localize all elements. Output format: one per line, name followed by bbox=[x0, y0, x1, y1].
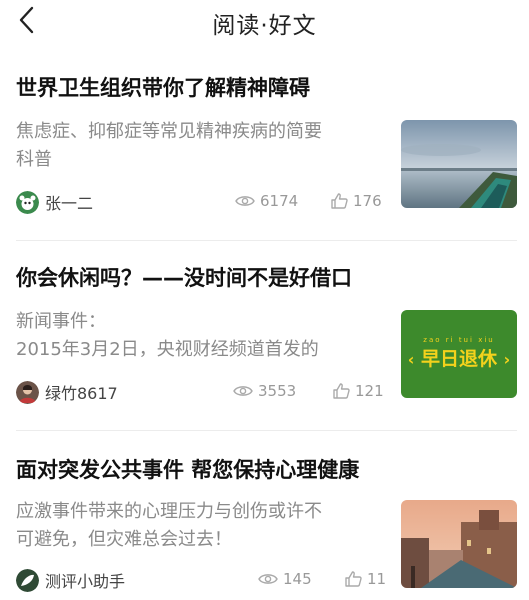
like-button[interactable]: 11 bbox=[345, 570, 386, 588]
view-count: 6174 bbox=[235, 192, 298, 210]
author-info[interactable]: 测评小助手 bbox=[16, 568, 125, 592]
article-summary: 应激事件带来的心理压力与创伤或许不 可避免，但灾难总会过去！ bbox=[16, 498, 372, 554]
view-count: 145 bbox=[258, 570, 312, 588]
summary-line: 科普 bbox=[16, 149, 52, 170]
like-count-value: 121 bbox=[355, 382, 384, 400]
eye-icon bbox=[258, 574, 278, 584]
article-card[interactable]: 你会休闲吗？——没时间不是好借口 新闻事件： 2015年3月2日，央视财经频道首… bbox=[0, 262, 529, 412]
like-button[interactable]: 176 bbox=[331, 192, 382, 210]
thumb-text: 早日退休 bbox=[420, 348, 497, 370]
article-title[interactable]: 你会休闲吗？——没时间不是好借口 bbox=[16, 262, 352, 292]
thumbs-up-icon bbox=[331, 193, 348, 209]
summary-line: 2015年3月2日，央视财经频道首发的 bbox=[16, 339, 319, 360]
view-count-value: 145 bbox=[283, 570, 312, 588]
author-name: 张一二 bbox=[45, 194, 94, 213]
summary-line: 焦虑症、抑郁症等常见精神疾病的简要 bbox=[16, 121, 322, 142]
summary-line: 应激事件带来的心理压力与创伤或许不 bbox=[16, 501, 322, 522]
author-name: 测评小助手 bbox=[45, 572, 126, 591]
page-title: 阅读·好文 bbox=[212, 13, 317, 39]
avatar bbox=[16, 568, 39, 592]
like-count-value: 176 bbox=[353, 192, 382, 210]
view-count: 3553 bbox=[233, 382, 296, 400]
like-count-value: 11 bbox=[367, 570, 387, 588]
author-info[interactable]: 绿竹8617 bbox=[16, 380, 118, 404]
article-summary: 焦虑症、抑郁症等常见精神疾病的简要 科普 bbox=[16, 118, 372, 174]
chevron-right-icon: › bbox=[503, 350, 511, 369]
article-card[interactable]: 面对突发公共事件 帮您保持心理健康 应激事件带来的心理压力与创伤或许不 可避免，… bbox=[0, 454, 529, 600]
eye-icon bbox=[233, 386, 253, 396]
eye-icon bbox=[235, 196, 255, 206]
divider bbox=[16, 240, 517, 241]
author-info[interactable]: 张一二 bbox=[16, 190, 93, 214]
like-button[interactable]: 121 bbox=[333, 382, 384, 400]
article-card[interactable]: 世界卫生组织带你了解精神障碍 焦虑症、抑郁症等常见精神疾病的简要 科普 张一二 … bbox=[0, 72, 529, 222]
thumb-caption: ‹ 早日退休 › bbox=[401, 344, 517, 371]
divider bbox=[16, 430, 517, 431]
avatar bbox=[16, 190, 39, 214]
thumb-pinyin: zao ri tui xiu bbox=[423, 336, 495, 344]
top-bar: 阅读·好文 bbox=[0, 0, 529, 46]
article-title[interactable]: 面对突发公共事件 帮您保持心理健康 bbox=[16, 454, 359, 484]
article-thumbnail[interactable] bbox=[401, 120, 517, 208]
summary-line: 新闻事件： bbox=[16, 311, 106, 332]
thumbs-up-icon bbox=[345, 571, 362, 587]
avatar bbox=[16, 380, 39, 404]
view-count-value: 6174 bbox=[260, 192, 299, 210]
thumbs-up-icon bbox=[333, 383, 350, 399]
chevron-left-icon: ‹ bbox=[407, 350, 415, 369]
article-thumbnail[interactable] bbox=[401, 500, 517, 588]
view-count-value: 3553 bbox=[258, 382, 297, 400]
article-thumbnail[interactable]: zao ri tui xiu ‹ 早日退休 › bbox=[401, 310, 517, 398]
article-summary: 新闻事件： 2015年3月2日，央视财经频道首发的 bbox=[16, 308, 372, 364]
summary-line: 可避免，但灾难总会过去！ bbox=[16, 529, 232, 550]
article-title[interactable]: 世界卫生组织带你了解精神障碍 bbox=[16, 72, 310, 102]
author-name: 绿竹8617 bbox=[45, 384, 118, 403]
